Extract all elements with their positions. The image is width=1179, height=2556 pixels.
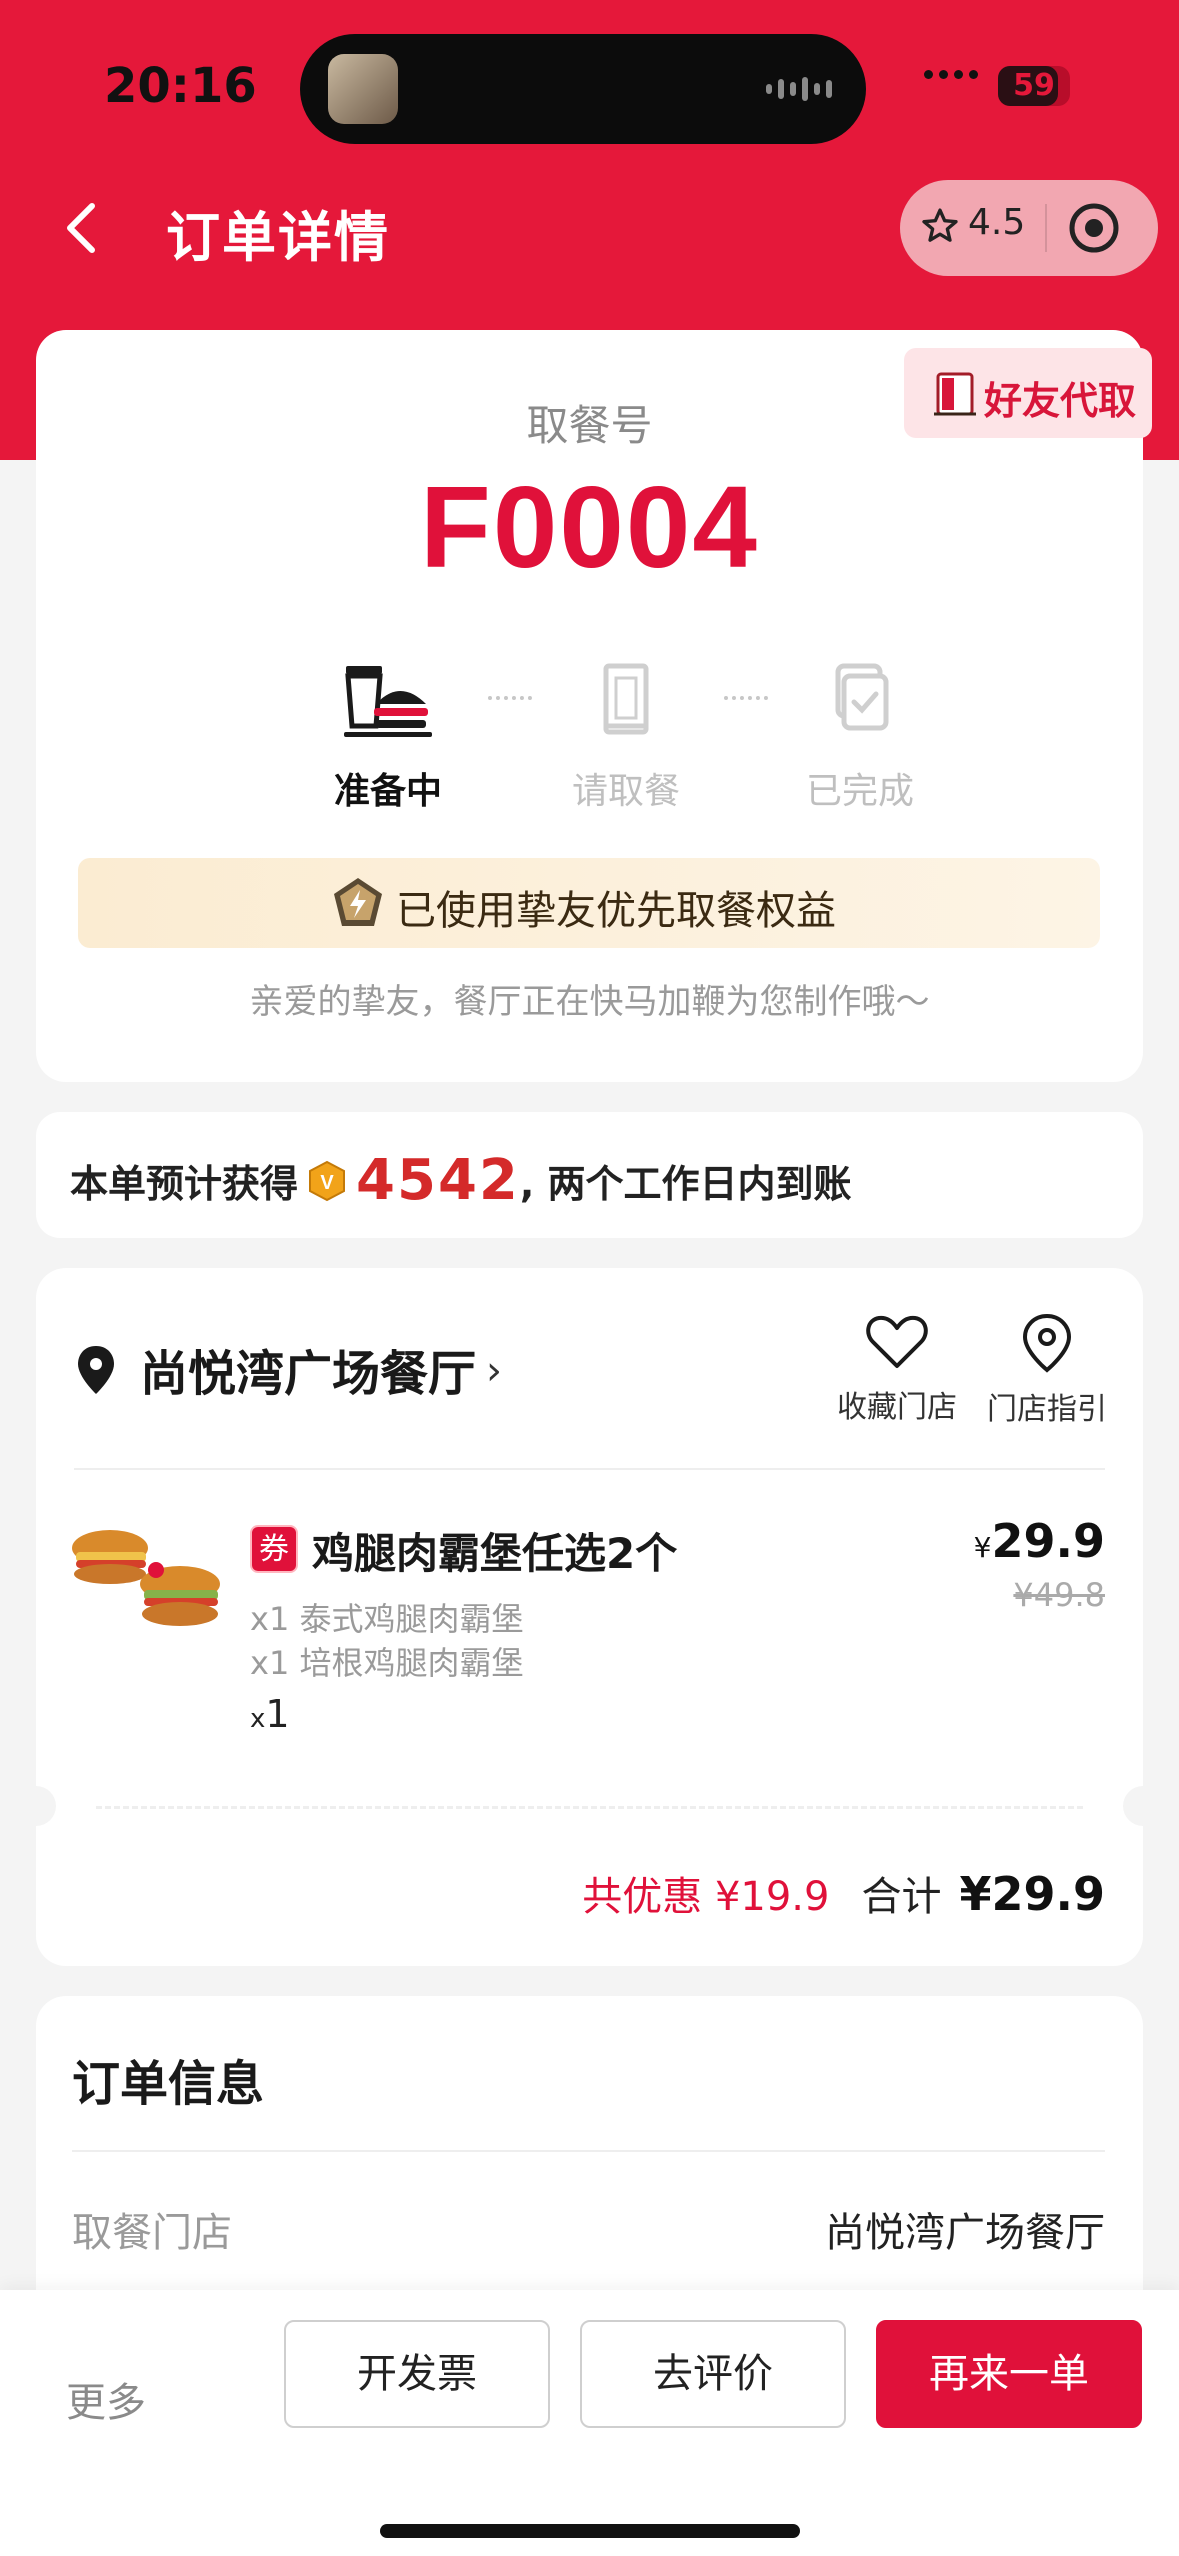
heart-icon [866, 1315, 928, 1368]
friend-pickup-label: 好友代取 [984, 379, 1137, 423]
star-icon[interactable] [920, 206, 960, 246]
order-info-title: 订单信息 [72, 2056, 265, 2112]
points-row: 本单预计获得 V 4542 , 两个工作日内到账 [70, 1148, 852, 1213]
quantity-value: 1 [265, 1692, 290, 1736]
check-bag-icon [835, 663, 889, 731]
step-ready: 请取餐 [546, 660, 706, 814]
order-progress: 准备中 请取餐 已完成 [36, 660, 1143, 820]
product-quantity: x1 [250, 1692, 290, 1736]
product-item: x1 泰式鸡腿肉霸堡 [250, 1600, 524, 1638]
step-preparing: 准备中 [308, 660, 468, 814]
bottom-action-bar: 更多 开发票 去评价 再来一单 [0, 2290, 1179, 2556]
kfc-bag-icon [603, 663, 649, 735]
step-connector [724, 696, 768, 700]
audio-wave-icon [766, 74, 836, 104]
points-suffix: , 两个工作日内到账 [519, 1162, 852, 1206]
price-value: 29.9 [991, 1514, 1106, 1568]
total-label: 合计 [861, 1874, 942, 1920]
location-pin-icon [78, 1346, 114, 1394]
friend-pickup-button[interactable]: 好友代取 [904, 348, 1152, 438]
pickup-store-value: 尚悦湾广场餐厅 [825, 2210, 1105, 2256]
v-badge-letter: V [320, 1172, 334, 1194]
home-indicator[interactable] [380, 2524, 800, 2538]
product-item: x1 培根鸡腿肉霸堡 [250, 1644, 524, 1682]
step-label: 准备中 [333, 771, 442, 812]
pickup-store-key: 取餐门店 [72, 2210, 232, 2256]
more-button[interactable]: 更多 [66, 2370, 146, 2428]
discount-total: 共优惠 ¥19.9 [582, 1874, 830, 1920]
music-artwork [328, 54, 398, 124]
pickup-card: 取餐号 F0004 准备中 请取餐 已完成 已使用挚友优先取餐权益 亲爱的挚友，… [36, 330, 1143, 1082]
burger-product-image [72, 1530, 220, 1626]
step-complete: 已完成 [780, 660, 940, 814]
store-guide-label: 门店指引 [987, 1392, 1107, 1427]
priority-benefit-banner: 已使用挚友优先取餐权益 [78, 858, 1100, 948]
status-time: 20:16 [104, 58, 257, 114]
map-pin-icon [1022, 1313, 1072, 1373]
favorite-store-label: 收藏门店 [837, 1390, 957, 1425]
points-prefix: 本单预计获得 [70, 1162, 299, 1206]
divider [74, 1468, 1105, 1470]
rating-value: 4.5 [968, 202, 1026, 243]
diamond-badge-icon [334, 878, 382, 926]
reorder-button[interactable]: 再来一单 [876, 2320, 1142, 2428]
store-guide-button[interactable]: 门店指引 [982, 1312, 1112, 1428]
battery-icon: 59 [998, 66, 1070, 106]
total-value: ¥29.9 [959, 1867, 1105, 1921]
currency-symbol: ¥ [973, 1531, 992, 1564]
favorite-store-button[interactable]: 收藏门店 [832, 1312, 962, 1426]
kfc-bag-icon [934, 372, 976, 416]
divider [72, 2150, 1105, 2152]
battery-level: 59 [1013, 68, 1055, 103]
store-name[interactable]: 尚悦湾广场餐厅 [140, 1334, 476, 1404]
product-title: 鸡腿肉霸堡任选2个 [312, 1529, 678, 1578]
step-label: 已完成 [805, 771, 914, 812]
close-target-icon[interactable] [1066, 200, 1122, 256]
benefit-text: 已使用挚友优先取餐权益 [396, 888, 836, 934]
ticket-notch [16, 1786, 56, 1826]
order-items-card: 尚悦湾广场餐厅 › 收藏门店 门店指引 券 鸡腿肉霸堡任选2个 x1 泰式鸡腿肉… [16, 1268, 1163, 1966]
ticket-notch [1123, 1786, 1163, 1826]
points-card: 本单预计获得 V 4542 , 两个工作日内到账 [36, 1112, 1143, 1238]
step-connector [488, 696, 532, 700]
step-label: 请取餐 [571, 771, 680, 812]
mini-program-capsule: 4.5 [900, 180, 1158, 276]
points-value: 4542 [356, 1148, 520, 1213]
quantity-prefix: x [250, 1704, 266, 1734]
pickup-code: F0004 [420, 462, 759, 592]
dashed-divider [96, 1806, 1083, 1809]
chevron-left-icon [67, 203, 95, 253]
preparing-hint: 亲爱的挚友，餐厅正在快马加鞭为您制作哦～ [249, 982, 930, 1022]
status-bar: 20:16 59 [0, 0, 1179, 175]
product-price: ¥29.9 [974, 1514, 1105, 1568]
v-badge-icon: V [309, 1160, 346, 1201]
signal-icon [924, 70, 978, 79]
coupon-tag: 券 [250, 1525, 298, 1573]
original-price: ¥49.8 [1013, 1576, 1105, 1614]
invoice-button[interactable]: 开发票 [284, 2320, 550, 2428]
dynamic-island [300, 34, 866, 144]
review-button[interactable]: 去评价 [580, 2320, 846, 2428]
chevron-right-icon[interactable]: › [486, 1348, 502, 1394]
page-title: 订单详情 [166, 206, 390, 269]
back-button[interactable] [60, 198, 104, 258]
burger-meal-icon [344, 666, 432, 737]
total-row: 共优惠 ¥19.9 合计 ¥29.9 [582, 1864, 1105, 1922]
capsule-divider [1045, 204, 1047, 252]
